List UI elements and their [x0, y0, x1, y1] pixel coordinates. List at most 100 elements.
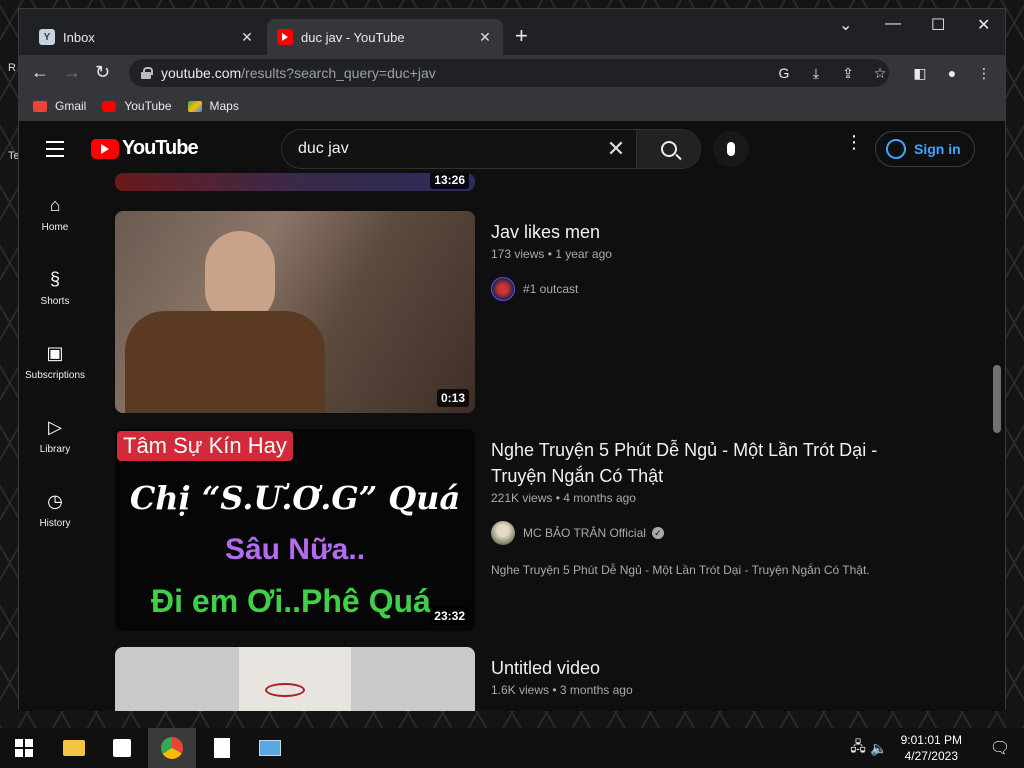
- video-thumbnail[interactable]: Tâm Sự Kín Hay Chị “S.Ư.Ơ.G” Quá Sâu Nữa…: [115, 429, 475, 631]
- bookmark-label: Maps: [209, 99, 239, 113]
- sign-in-button[interactable]: Sign in: [875, 131, 975, 167]
- youtube-page: YouTube duc jav ✕ ⋮ Sign in ⌂ Home § Sho…: [19, 121, 1005, 711]
- back-arrow-icon[interactable]: ←: [31, 63, 49, 81]
- sidebar-item-history[interactable]: ◷ History: [19, 473, 91, 547]
- browser-toolbar: ← → ↻ youtube.com/results?search_query=d…: [19, 55, 1005, 91]
- chevron-down-icon[interactable]: ⌄: [839, 15, 852, 35]
- duration-badge: 23:32: [430, 607, 469, 625]
- channel-link[interactable]: #1 outcast: [491, 277, 612, 301]
- search-box: duc jav ✕: [281, 129, 701, 169]
- video-title[interactable]: Nghe Truyện 5 Phút Dễ Ngủ - Một Lần Trót…: [491, 437, 961, 489]
- history-icon: ◷: [47, 491, 63, 511]
- sidebar-item-label: Home: [41, 222, 69, 233]
- sidebar-item-subscriptions[interactable]: ▣ Subscriptions: [19, 325, 91, 399]
- library-icon: ▷: [48, 417, 62, 437]
- video-stats: 1.6K views • 3 months ago: [491, 683, 633, 697]
- share-icon[interactable]: ⇪: [839, 64, 857, 82]
- control-panel-icon[interactable]: [246, 728, 294, 768]
- lock-icon: [141, 67, 153, 79]
- sidebar-item-label: Library: [39, 444, 71, 455]
- new-tab-button[interactable]: +: [515, 25, 528, 47]
- gmail-icon: [33, 100, 47, 112]
- video-meta: Nghe Truyện 5 Phút Dễ Ngủ - Một Lần Trót…: [491, 437, 961, 577]
- google-icon[interactable]: G: [775, 64, 793, 82]
- install-icon[interactable]: ⤓: [807, 64, 825, 82]
- sidebar: ⌂ Home § Shorts ▣ Subscriptions ▷ Librar…: [19, 177, 91, 547]
- hamburger-menu-icon[interactable]: [46, 141, 64, 162]
- close-window-button[interactable]: ✕: [977, 15, 990, 35]
- menu-icon[interactable]: ⋮: [975, 64, 993, 82]
- sign-in-label: Sign in: [914, 141, 961, 157]
- tab-youtube[interactable]: duc jav - YouTube ✕: [267, 19, 503, 55]
- video-thumbnail[interactable]: 0:13: [115, 211, 475, 413]
- notifications-icon[interactable]: 🗨: [976, 728, 1024, 768]
- sidebar-item-home[interactable]: ⌂ Home: [19, 177, 91, 251]
- yahoo-icon: Y: [39, 29, 55, 45]
- video-description: Nghe Truyện 5 Phút Dễ Ngủ - Một Lần Trót…: [491, 563, 870, 577]
- upload-age: 1 year ago: [555, 247, 612, 261]
- upload-age: 4 months ago: [563, 491, 636, 505]
- video-thumbnail[interactable]: [115, 647, 475, 711]
- channel-link[interactable]: MC BẢO TRÂN Official ✓: [491, 521, 961, 545]
- chrome-icon[interactable]: [148, 728, 196, 768]
- verified-check-icon: ✓: [651, 527, 664, 539]
- bookmark-gmail[interactable]: Gmail: [33, 99, 86, 113]
- clock-date: 4/27/2023: [904, 749, 958, 763]
- reload-icon[interactable]: ↻: [95, 63, 110, 81]
- system-clock[interactable]: 9:01:01 PM 4/27/2023: [901, 732, 962, 764]
- forward-arrow-icon[interactable]: →: [63, 63, 81, 81]
- avatar: [491, 277, 515, 301]
- desktop-label: R: [8, 62, 16, 74]
- home-icon: ⌂: [49, 195, 61, 215]
- file-explorer-icon[interactable]: [50, 728, 98, 768]
- duration-badge: 13:26: [430, 173, 469, 189]
- video-thumbnail[interactable]: 13:26: [115, 173, 475, 191]
- settings-menu-icon[interactable]: ⋮: [845, 133, 863, 151]
- search-input[interactable]: duc jav: [282, 140, 596, 158]
- video-stats: 173 views • 1 year ago: [491, 247, 612, 261]
- tab-inbox[interactable]: Y Inbox ✕: [29, 19, 265, 55]
- shorts-icon: §: [49, 269, 60, 289]
- sidebar-item-label: Shorts: [40, 296, 70, 307]
- store-icon[interactable]: [98, 728, 146, 768]
- user-icon: [886, 139, 906, 159]
- bookmark-maps[interactable]: Maps: [187, 99, 239, 113]
- clear-search-icon[interactable]: ✕: [596, 136, 636, 162]
- maps-icon: [187, 100, 202, 112]
- sidebar-item-shorts[interactable]: § Shorts: [19, 251, 91, 325]
- tab-title: Inbox: [63, 29, 95, 45]
- page-scrollbar[interactable]: [993, 365, 1001, 433]
- avatar: [491, 521, 515, 545]
- duration-badge: 0:13: [436, 389, 469, 407]
- bookmark-star-icon[interactable]: ☆: [871, 64, 889, 82]
- channel-name: MC BẢO TRÂN Official: [523, 526, 646, 540]
- search-button[interactable]: [636, 130, 700, 168]
- video-stats: 221K views • 4 months ago: [491, 491, 636, 505]
- minimize-button[interactable]: —: [885, 15, 901, 33]
- view-count: 1.6K views: [491, 683, 550, 697]
- video-title[interactable]: Jav likes men: [491, 219, 612, 245]
- voice-search-button[interactable]: [713, 131, 749, 167]
- close-icon[interactable]: ✕: [477, 29, 493, 46]
- volume-muted-icon[interactable]: 🔈: [864, 728, 894, 768]
- bookmark-youtube[interactable]: YouTube: [102, 99, 172, 113]
- close-icon[interactable]: ✕: [239, 29, 255, 46]
- thumbnail-figure: [205, 231, 275, 321]
- windows-start-icon[interactable]: [0, 728, 48, 768]
- profile-icon[interactable]: ●: [943, 64, 961, 82]
- video-title[interactable]: Untitled video: [491, 655, 633, 681]
- thumbnail-figure: [265, 683, 305, 697]
- thumbnail-text: Chị “S.Ư.Ơ.G” Quá: [129, 479, 461, 517]
- youtube-icon: [277, 29, 293, 45]
- document-icon[interactable]: [198, 728, 246, 768]
- logo-text: YouTube: [122, 137, 199, 159]
- maximize-button[interactable]: ☐: [931, 15, 945, 35]
- youtube-icon: [102, 100, 117, 112]
- youtube-logo[interactable]: YouTube: [91, 137, 199, 160]
- thumbnail-badge: Tâm Sự Kín Hay: [117, 431, 293, 461]
- video-meta: Untitled video 1.6K views • 3 months ago: [491, 655, 633, 697]
- sidebar-item-library[interactable]: ▷ Library: [19, 399, 91, 473]
- youtube-header: YouTube duc jav ✕ ⋮ Sign in: [19, 121, 1005, 177]
- bookmark-label: Gmail: [55, 99, 87, 113]
- side-panel-icon[interactable]: ◧: [911, 64, 929, 82]
